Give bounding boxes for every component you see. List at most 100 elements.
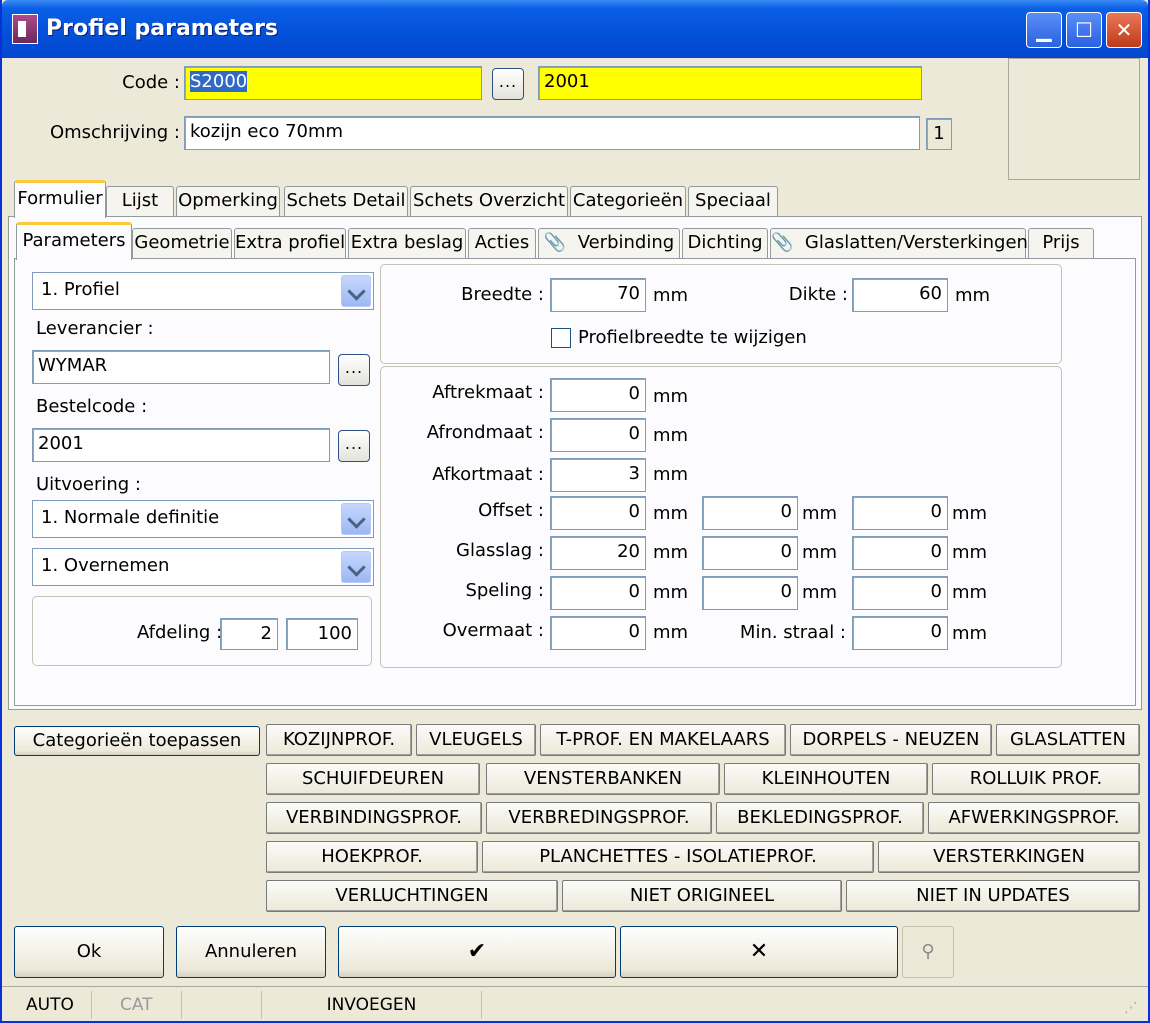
description-counter: 1 [926,118,952,150]
speling-field-2[interactable]: 0 [702,576,798,610]
app-icon [12,14,38,44]
paperclip-icon: 📎 [543,232,567,253]
maximize-button[interactable]: ☐ [1066,12,1102,48]
window-title: Profiel parameters [46,16,279,41]
category-hoekprof-button[interactable]: HOEKPROF. [266,841,478,873]
omschrijving-field[interactable]: kozijn eco 70mm [184,116,920,150]
afrondmaat-field[interactable]: 0 [550,418,646,452]
tab-lijst[interactable]: Lijst [106,186,174,216]
tab-schets-detail[interactable]: Schets Detail [284,186,408,216]
status-mode: INVOEGEN [262,991,482,1019]
category-vensterbanken-button[interactable]: VENSTERBANKEN [486,763,720,795]
status-auto: AUTO [22,991,92,1019]
minstraal-field[interactable]: 0 [852,616,948,650]
apply-categories-button[interactable]: Categorieën toepassen [14,726,260,756]
cancel-button[interactable]: Annuleren [176,926,326,978]
profielbreedte-label: Profielbreedte te wijzigen [578,327,807,348]
overmaat-label: Overmaat : [442,620,544,641]
profielbreedte-checkbox[interactable] [551,328,571,348]
profiel-parameters-window: Profiel parameters ▁ ☐ ✕ Code : S2000 ..… [0,0,1150,1023]
category-niet-origineel-button[interactable]: NIET ORIGINEEL [562,880,842,912]
code-browse-button[interactable]: ... [492,68,524,100]
category-planchettes-button[interactable]: PLANCHETTES - ISOLATIEPROF. [482,841,874,873]
category-dorpels-button[interactable]: DORPELS - NEUZEN [790,724,992,756]
breedte-unit: mm [653,285,689,306]
tab-opmerking[interactable]: Opmerking [176,186,280,216]
tab-geometrie[interactable]: Geometrie [132,228,232,258]
confirm-check-button[interactable]: ✔ [338,926,616,978]
bestelcode-field[interactable]: 2001 [32,428,330,462]
ok-button[interactable]: Ok [14,926,164,978]
overmaat-field[interactable]: 0 [550,616,646,650]
close-button[interactable]: ✕ [1106,12,1142,48]
category-versterkingen-button[interactable]: VERSTERKINGEN [878,841,1140,873]
tab-extra-profiel[interactable]: Extra profiel [234,228,346,258]
speling-label: Speling : [465,580,544,601]
breedte-field[interactable]: 70 [550,278,646,312]
aftrekmaat-unit: mm [653,386,689,407]
status-cat: CAT [98,991,182,1019]
overnemen-select[interactable]: 1. Overnemen [32,548,374,586]
aftrekmaat-field[interactable]: 0 [550,378,646,412]
glasslag-unit-1: mm [653,542,689,563]
category-kleinhouten-button[interactable]: KLEINHOUTEN [724,763,928,795]
tab-prijs[interactable]: Prijs [1028,228,1094,258]
bestelcode-browse-button[interactable]: ... [338,430,370,462]
leverancier-browse-button[interactable]: ... [338,354,370,386]
tab-categorieen[interactable]: Categorieën [570,186,686,216]
offset-field-3[interactable]: 0 [852,496,948,530]
tab-acties[interactable]: Acties [468,228,536,258]
tab-verbinding[interactable]: 📎 Verbinding [538,228,680,258]
leverancier-field[interactable]: WYMAR [32,350,330,384]
afkortmaat-field[interactable]: 3 [550,458,646,492]
afdeling-field-2[interactable]: 100 [286,618,358,650]
category-kozijnprof-button[interactable]: KOZIJNPROF. [266,724,412,756]
glasslag-field-2[interactable]: 0 [702,536,798,570]
code-field[interactable]: S2000 [184,66,482,100]
category-verbredingsprof-button[interactable]: VERBREDINGSPROF. [486,802,712,834]
offset-field-1[interactable]: 0 [550,496,646,530]
category-schuifdeuren-button[interactable]: SCHUIFDEUREN [266,763,480,795]
tab-dichting[interactable]: Dichting [682,228,768,258]
dikte-field[interactable]: 60 [852,278,948,312]
tab-schets-overzicht[interactable]: Schets Overzicht [410,186,568,216]
category-rolluik-button[interactable]: ROLLUIK PROF. [932,763,1140,795]
status-empty [182,991,262,1019]
category-t-prof-button[interactable]: T-PROF. EN MAKELAARS [540,724,786,756]
tab-extra-beslag[interactable]: Extra beslag [348,228,466,258]
tab-speciaal[interactable]: Speciaal [688,186,778,216]
category-niet-in-updates-button[interactable]: NIET IN UPDATES [846,880,1140,912]
speling-field-1[interactable]: 0 [550,576,646,610]
category-afwerkingsprof-button[interactable]: AFWERKINGSPROF. [928,802,1140,834]
uitvoering-select[interactable]: 1. Normale definitie [32,500,374,538]
offset-field-2[interactable]: 0 [702,496,798,530]
tab-parameters[interactable]: Parameters [16,222,132,260]
offset-unit-2: mm [802,503,838,524]
speling-field-3[interactable]: 0 [852,576,948,610]
category-verluchtingen-button[interactable]: VERLUCHTINGEN [266,880,558,912]
title-bar[interactable]: Profiel parameters ▁ ☐ ✕ [2,0,1148,58]
cross-icon: ✕ [749,939,769,964]
profiel-select[interactable]: 1. Profiel [32,272,374,310]
category-glaslatten-button[interactable]: GLASLATTEN [996,724,1140,756]
resize-grip-icon[interactable]: ⋰ [1124,999,1142,1017]
tab-formulier[interactable]: Formulier [14,180,106,218]
dikte-unit: mm [955,285,991,306]
offset-label: Offset : [478,500,544,521]
minimize-button[interactable]: ▁ [1026,12,1062,48]
checkmark-icon: ✔ [467,939,487,964]
code-right-field[interactable]: 2001 [538,66,922,100]
afrondmaat-unit: mm [653,425,689,446]
reject-cross-button[interactable]: ✕ [620,926,898,978]
category-verbindingsprof-button[interactable]: VERBINDINGSPROF. [266,802,482,834]
minstraal-label: Min. straal : [739,622,846,643]
afdeling-field-1[interactable]: 2 [220,618,278,650]
category-vleugels-button[interactable]: VLEUGELS [416,724,536,756]
tab-glaslatten-versterkingen[interactable]: 📎 Glaslatten/Versterkingen [770,228,1028,258]
category-bekledingsprof-button[interactable]: BEKLEDINGSPROF. [716,802,924,834]
aftrekmaat-label: Aftrekmaat : [432,382,544,403]
binoculars-icon[interactable]: ⚲ [902,926,954,978]
offset-unit-1: mm [653,503,689,524]
glasslag-field-1[interactable]: 20 [550,536,646,570]
glasslag-field-3[interactable]: 0 [852,536,948,570]
